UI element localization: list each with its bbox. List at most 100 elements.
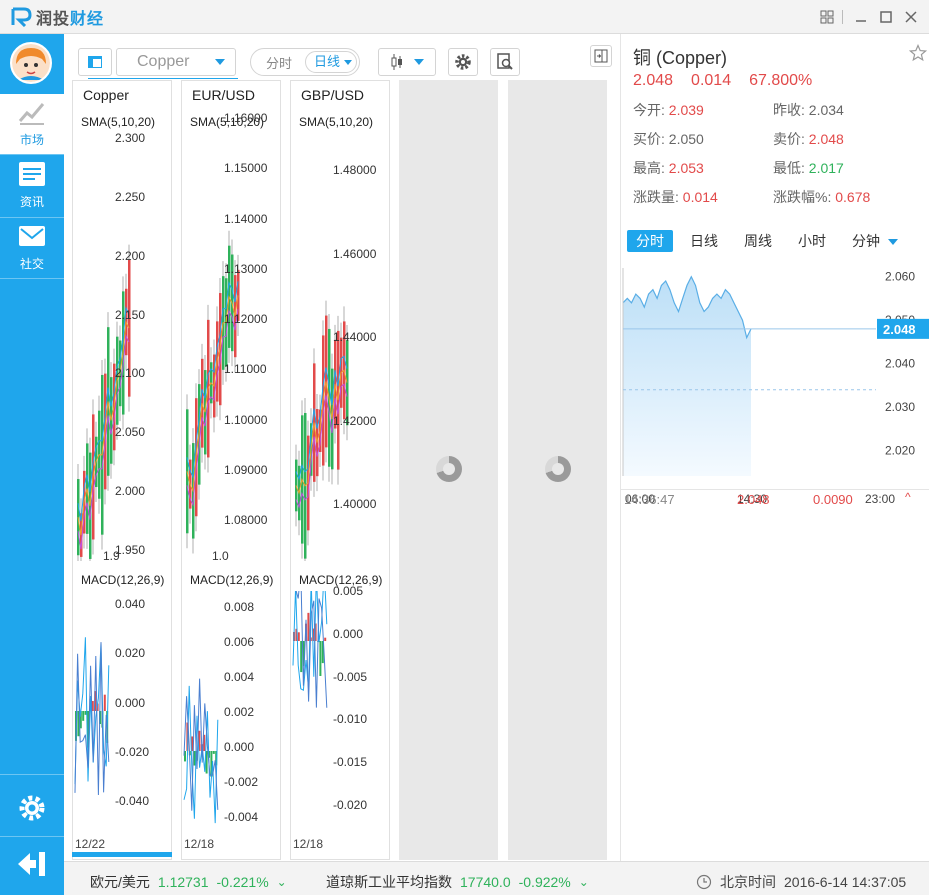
search-doc-icon (497, 53, 513, 70)
app-logo: 润投财经 (10, 7, 105, 28)
active-panel-indicator (72, 852, 172, 857)
candlestick-icon (391, 54, 402, 70)
stat-right: 最低: 2.017 (773, 160, 844, 176)
quote-stat-row: 买价: 2.050 卖价: 2.048 (633, 129, 923, 149)
clock-label: 北京时间 (720, 874, 776, 890)
quote-stat-row: 今开: 2.039 昨收: 2.034 (633, 100, 923, 120)
ticker-eurusd[interactable]: 欧元/美元 1.12731 -0.221% ⌄ (90, 872, 287, 892)
macd-tick-label: 0.002 (224, 705, 255, 719)
clock: 北京时间 2016-6-14 14:37:05 (696, 872, 906, 892)
mode-toggle[interactable]: 分时 日线 (250, 48, 360, 76)
clock-value: 2016-6-14 14:37:05 (784, 874, 907, 890)
avatar[interactable] (10, 42, 52, 84)
chart-icon (18, 103, 45, 125)
macd-tick-label: 0.000 (333, 626, 364, 641)
logout-icon[interactable] (16, 850, 48, 878)
mail-icon (19, 226, 45, 246)
intraday-area-chart: 2.0602.0502.0402.0302.0202.04806:0014:30… (622, 268, 929, 506)
macd-tick-label: 0.008 (224, 600, 255, 614)
favorite-star-icon[interactable] (908, 43, 928, 62)
clock-icon (696, 874, 712, 890)
divider (837, 6, 847, 28)
quote-title: 铜 (Copper) (633, 48, 728, 68)
chevron-down-icon: ⌄ (276, 875, 287, 889)
minimize-icon[interactable] (850, 6, 872, 28)
price-change: 0.014 (691, 72, 732, 89)
stat-left: 买价: 2.050 (633, 131, 704, 147)
chart-panel-gbpusd[interactable]: GBP/USD SMA(5,10,20) 1.48000 1.46000 1.440… (290, 80, 390, 860)
macd-tick-label: -0.020 (115, 744, 150, 759)
settings-gear-icon[interactable] (16, 792, 48, 824)
stat-right: 昨收: 2.034 (773, 102, 844, 118)
chevron-down-icon: ⌄ (578, 875, 589, 889)
macd-tick-label: 0.020 (115, 646, 146, 661)
loading-spinner-icon (436, 456, 462, 482)
tab-hourly[interactable]: 小时 (789, 230, 835, 252)
tab-minute[interactable]: 分钟 (843, 230, 907, 252)
tick-price: 2.048 (737, 492, 770, 507)
chart-toolbar: Copper 分时 日线 (64, 34, 620, 80)
app-name: 润投财经 (36, 11, 105, 28)
panel-icon (88, 56, 102, 68)
gear-icon (455, 54, 471, 70)
news-icon (19, 162, 45, 186)
macd-tick-label: -0.010 (333, 712, 368, 727)
tab-daily[interactable]: 日线 (305, 51, 357, 73)
chart-search-button[interactable] (490, 48, 520, 76)
quote-stat-row: 最高: 2.053 最低: 2.017 (633, 158, 923, 178)
ticker-name: 欧元/美元 (90, 874, 150, 890)
macd-tick-label: -0.004 (224, 810, 259, 824)
loading-spinner-icon (545, 456, 571, 482)
symbol-select[interactable]: Copper (116, 48, 236, 76)
ticker-change: -0.221% (216, 874, 269, 890)
quote-timeframe-tabs: 分时 日线 周线 小时 分钟 (627, 230, 915, 252)
quote-price-row: 2.048 0.014 67.800% (633, 72, 812, 90)
panel-date: 12/22 (75, 837, 106, 851)
sidebar-toggle-icon (594, 49, 608, 63)
y-tick-label: 2.040 (885, 357, 915, 371)
stat-right: 涨跌幅%: 0.678 (773, 189, 871, 205)
stat-left: 涨跌量: 0.014 (633, 189, 718, 205)
macd-tick-label: 0.006 (224, 635, 255, 649)
macd-tick-label: -0.040 (115, 794, 150, 808)
tick-volume: 0.0090 (813, 492, 853, 507)
sidebar-item-social[interactable]: 社交 (0, 218, 64, 278)
chart-panel-eurusd[interactable]: EUR/USD SMA(5,10,20) 1.16000 1.15000 1.140… (181, 80, 281, 860)
current-price-label: 2.048 (883, 322, 916, 337)
price-change-pct: 67.800% (749, 72, 813, 89)
ticker-dji[interactable]: 道琼斯工业平均指数 17740.0 -0.922% ⌄ (326, 872, 589, 892)
stat-right: 卖价: 2.048 (773, 131, 844, 147)
tick-row: 14:36:47 2.048 0.0090 ^ (621, 490, 929, 512)
chart-workspace: Copper 分时 日线 Copper SMA(5,10,20) 2.300 2.… (64, 34, 620, 861)
close-icon[interactable] (900, 6, 922, 28)
layout-grid-icon[interactable] (816, 6, 838, 28)
divider (0, 774, 64, 775)
tab-weekly[interactable]: 周线 (735, 230, 781, 252)
tab-intraday[interactable]: 分时 (627, 230, 673, 252)
watchlist-toggle-button[interactable] (78, 48, 112, 76)
ticker-price: 1.12731 (157, 874, 209, 890)
tab-daily[interactable]: 日线 (681, 230, 727, 252)
chart-settings-button[interactable] (448, 48, 478, 76)
y-tick-label: 2.020 (885, 444, 915, 458)
macd-axis: 0.040 0.020 0.000 -0.020 -0.040 (73, 81, 173, 861)
sidebar-item-news[interactable]: 资讯 (0, 156, 64, 216)
collapse-panel-button[interactable] (590, 45, 612, 67)
maximize-icon[interactable] (875, 6, 897, 28)
sidebar-item-label: 资讯 (19, 195, 44, 209)
quote-panel: 铜 (Copper) 2.048 0.014 67.800% 今开: 2.039… (620, 34, 929, 861)
quote-stat-row: 涨跌量: 0.014 涨跌幅%: 0.678 (633, 187, 923, 207)
tab-intraday[interactable]: 分时 (253, 53, 305, 72)
chart-type-select[interactable] (378, 48, 436, 76)
status-bar: 欧元/美元 1.12731 -0.221% ⌄ 道琼斯工业平均指数 17740.… (64, 861, 929, 895)
tick-time: 14:36:47 (624, 492, 675, 507)
y-tick-label: 2.030 (885, 400, 915, 414)
chevron-down-icon (344, 60, 352, 65)
chevron-down-icon (414, 59, 424, 65)
divider (0, 836, 64, 837)
logo-icon (11, 7, 32, 27)
chart-panel-copper[interactable]: Copper SMA(5,10,20) 2.300 2.250 2.200 2.150… (72, 80, 172, 860)
macd-tick-label: 0.004 (224, 670, 255, 684)
sidebar-item-market[interactable]: 市场 (0, 94, 64, 154)
last-price: 2.048 (633, 72, 674, 89)
